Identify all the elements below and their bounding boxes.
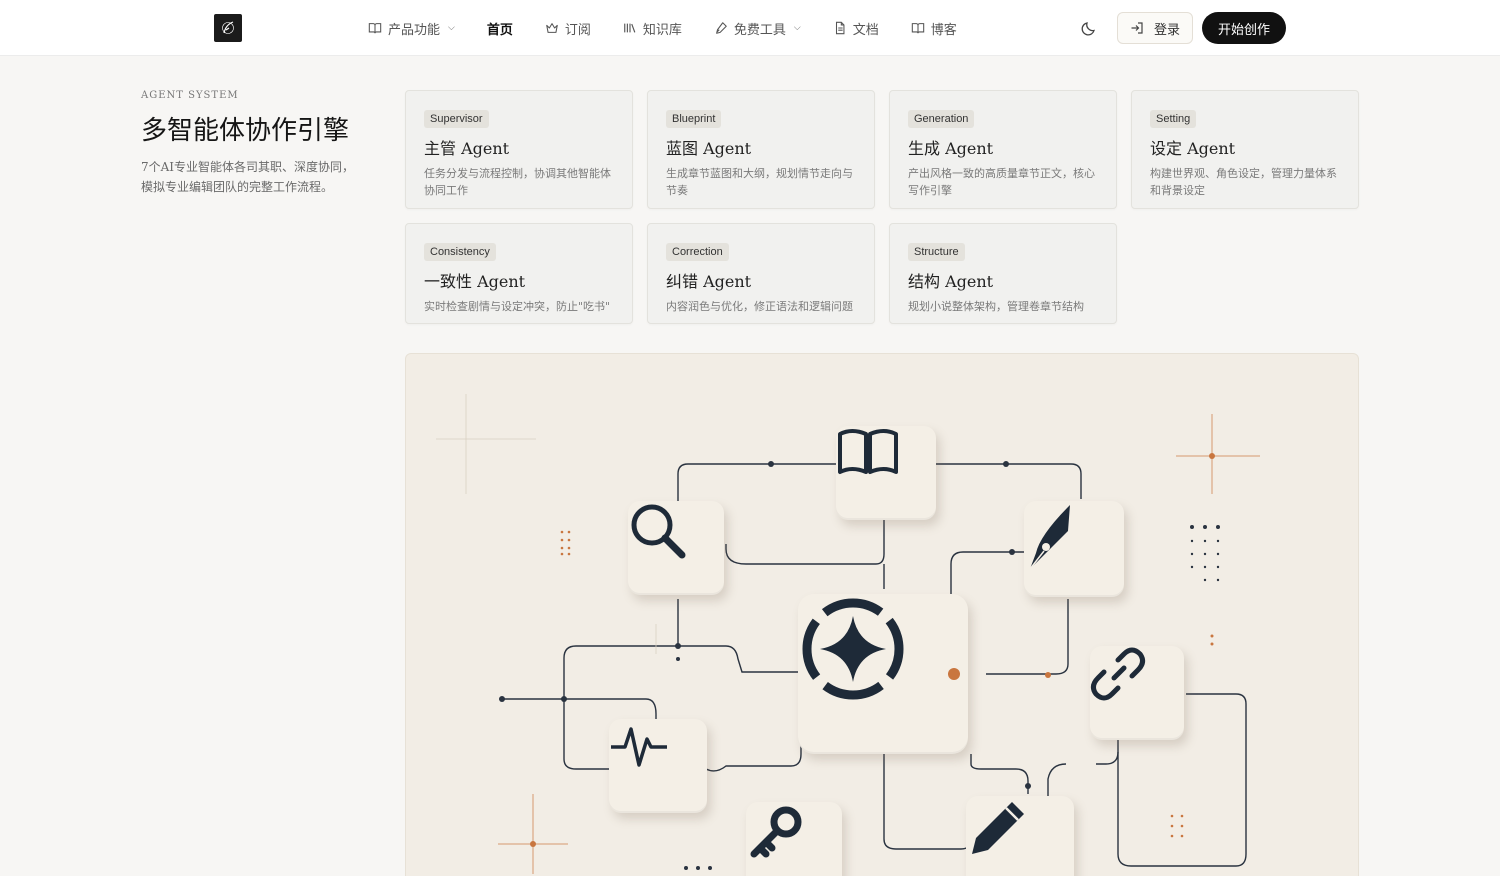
tile-key xyxy=(746,802,842,876)
tile-link xyxy=(1090,646,1184,740)
agent-tag: Correction xyxy=(666,243,729,261)
nav-home-label: 首页 xyxy=(486,22,513,38)
nav-product-features-label: 产品功能 xyxy=(388,22,441,38)
book-open-icon xyxy=(368,23,382,34)
section-description: 7个AI专业智能体各司其职、深度协同，模拟专业编辑团队的完整工作流程。 xyxy=(141,160,355,194)
agent-tag: Structure xyxy=(908,243,965,261)
log-in-icon xyxy=(1131,22,1143,34)
nav-blog-label: 博客 xyxy=(930,22,957,38)
pen-tool-icon xyxy=(715,22,727,34)
library-icon xyxy=(624,23,636,33)
agent-tag: Consistency xyxy=(424,243,496,261)
section-eyebrow: AGENT SYSTEM xyxy=(141,90,239,101)
tile-core xyxy=(798,594,968,754)
agent-card-generation[interactable]: Generation 生成 Agent 产出风格一致的高质量章节正文，核心写作引… xyxy=(889,90,1117,209)
nav-free-tools-label: 免费工具 xyxy=(733,22,786,38)
tile-book xyxy=(836,426,936,520)
main-nav: 产品功能 ⌵ 首页 订阅 知识库 免费工具 ⌵ 文档 博客 xyxy=(368,0,989,56)
theme-toggle-button[interactable] xyxy=(1079,18,1099,38)
nav-product-features[interactable]: 产品功能 ⌵ xyxy=(368,19,455,38)
agent-tag: Blueprint xyxy=(666,110,722,128)
agent-name: 纠错 Agent xyxy=(666,272,752,291)
fountain-pen-icon xyxy=(1029,505,1070,570)
agent-description: 任务分发与流程控制，协调其他智能体协同工作 xyxy=(424,167,611,197)
agent-card-setting[interactable]: Setting 设定 Agent 构建世界观、角色设定，管理力量体系和背景设定 xyxy=(1131,90,1359,209)
agent-description: 构建世界观、角色设定，管理力量体系和背景设定 xyxy=(1150,167,1337,197)
book-icon xyxy=(838,429,898,474)
agent-card-blueprint[interactable]: Blueprint 蓝图 Agent 生成章节蓝图和大纲，规划情节走向与节奏 xyxy=(647,90,875,209)
agent-name: 生成 Agent xyxy=(908,139,994,158)
agent-name: 主管 Agent xyxy=(424,139,510,158)
agent-card-supervisor[interactable]: Supervisor 主管 Agent 任务分发与流程控制，协调其他智能体协同工… xyxy=(405,90,633,209)
file-text-icon xyxy=(835,21,845,35)
nav-docs-label: 文档 xyxy=(852,22,879,38)
start-writing-button[interactable]: 开始创作 xyxy=(1202,12,1286,44)
agent-name: 一致性 Agent xyxy=(424,272,526,291)
quill-logo-icon xyxy=(222,21,234,34)
nav-free-tools[interactable]: 免费工具 ⌵ xyxy=(714,19,801,38)
agent-name: 结构 Agent xyxy=(908,272,994,291)
nav-subscribe-label: 订阅 xyxy=(564,22,591,38)
nav-knowledge-base[interactable]: 知识库 xyxy=(623,19,682,38)
chevron-down-icon: ⌵ xyxy=(793,23,801,33)
agent-name: 设定 Agent xyxy=(1150,139,1236,158)
search-icon xyxy=(631,504,686,559)
key-icon xyxy=(750,806,802,858)
crown-icon xyxy=(546,23,558,33)
agent-card-consistency[interactable]: Consistency 一致性 Agent 实时检查剧情与设定冲突，防止"吃书" xyxy=(405,223,633,324)
agent-description: 内容润色与优化，修正语法和逻辑问题 xyxy=(666,300,853,313)
section-title: 多智能体协作引擎 xyxy=(141,116,350,146)
tile-pencil xyxy=(966,796,1074,876)
nav-subscribe[interactable]: 订阅 xyxy=(545,19,591,38)
agent-tag: Generation xyxy=(908,110,975,128)
chevron-down-icon: ⌵ xyxy=(448,23,455,33)
nav-docs[interactable]: 文档 xyxy=(833,19,879,38)
nav-home[interactable]: 首页 xyxy=(487,19,513,38)
pencil-icon xyxy=(972,802,1024,854)
agent-name: 蓝图 Agent xyxy=(666,139,752,158)
top-navbar: 产品功能 ⌵ 首页 订阅 知识库 免费工具 ⌵ 文档 博客 登录 开始创作 xyxy=(0,0,1500,56)
brand-logo[interactable] xyxy=(214,14,242,42)
link-icon xyxy=(1090,647,1146,701)
compass-star-icon xyxy=(802,598,904,700)
moon-icon xyxy=(1081,22,1095,36)
agent-description: 产出风格一致的高质量章节正文，核心写作引擎 xyxy=(908,167,1095,197)
book-open-icon xyxy=(911,23,924,34)
agent-description: 生成章节蓝图和大纲，规划情节走向与节奏 xyxy=(666,167,853,197)
agent-network-illustration xyxy=(405,353,1359,876)
nav-knowledge-base-label: 知识库 xyxy=(642,22,682,38)
agent-tag: Supervisor xyxy=(424,110,489,128)
agent-description: 实时检查剧情与设定冲突，防止"吃书" xyxy=(424,300,611,313)
start-writing-button-label: 开始创作 xyxy=(1217,22,1270,38)
tile-search xyxy=(628,501,724,595)
login-button-label: 登录 xyxy=(1153,22,1180,38)
tile-pen xyxy=(1024,501,1124,597)
tile-pulse xyxy=(609,719,707,813)
login-button[interactable]: 登录 xyxy=(1117,12,1193,44)
pulse-icon xyxy=(611,727,667,767)
agent-description: 规划小说整体架构，管理卷章节结构 xyxy=(908,300,1084,313)
agent-card-structure[interactable]: Structure 结构 Agent 规划小说整体架构，管理卷章节结构 xyxy=(889,223,1117,324)
agent-tag: Setting xyxy=(1150,110,1197,128)
nav-blog[interactable]: 博客 xyxy=(911,19,957,38)
agent-card-correction[interactable]: Correction 纠错 Agent 内容润色与优化，修正语法和逻辑问题 xyxy=(647,223,875,324)
